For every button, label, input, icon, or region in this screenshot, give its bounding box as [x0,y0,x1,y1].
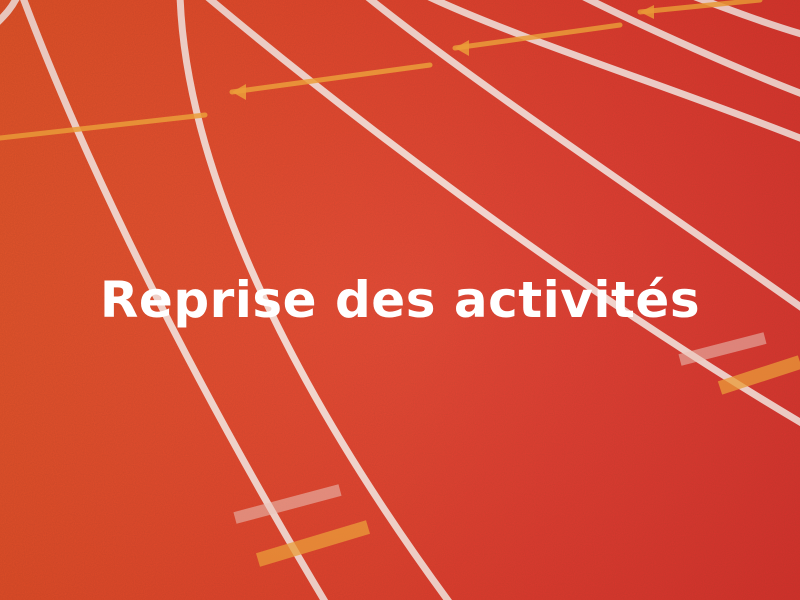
hero-title: Reprise des activités [99,271,701,329]
hero-image: Reprise des activités [0,0,800,600]
